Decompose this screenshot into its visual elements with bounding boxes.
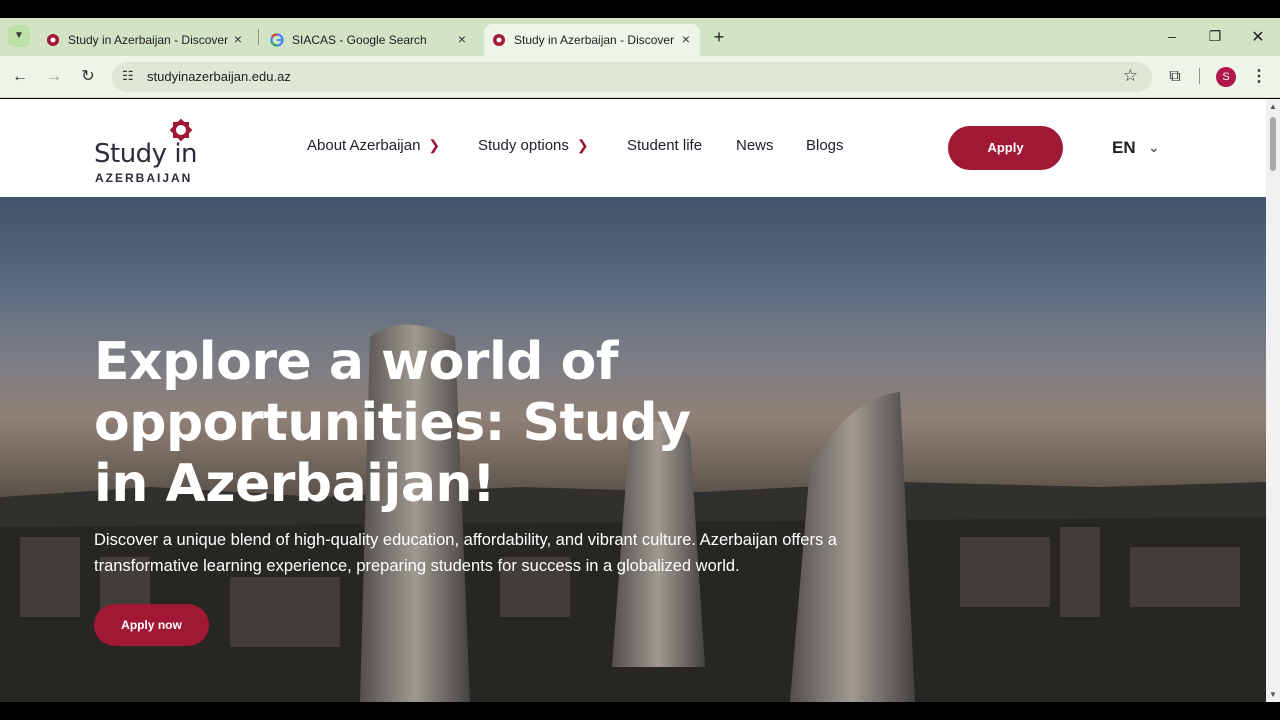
new-tab-button[interactable]: + xyxy=(709,27,729,48)
scroll-up-icon[interactable]: ▲ xyxy=(1269,102,1277,111)
nav-about-azerbaijan[interactable]: About Azerbaijan ❯ xyxy=(307,137,440,154)
site-logo[interactable]: Study in AZERBAIJAN xyxy=(94,115,214,185)
nav-blogs[interactable]: Blogs xyxy=(806,137,844,154)
web-page: Study in AZERBAIJAN About Azerbaijan ❯ S… xyxy=(0,99,1266,702)
chevron-down-icon[interactable]: ⌄ xyxy=(1148,139,1160,156)
nav-label: Student life xyxy=(627,137,703,154)
restore-icon[interactable]: ❐ xyxy=(1205,28,1225,45)
nav-label: About Azerbaijan xyxy=(307,137,421,154)
tab-study-in-azerbaijan-active[interactable]: Study in Azerbaijan - Discover Y × xyxy=(484,24,700,56)
minimize-icon[interactable]: – xyxy=(1162,28,1182,44)
tab-title: Study in Azerbaijan - Discover Y xyxy=(68,33,228,47)
close-tab-icon[interactable]: × xyxy=(230,31,246,47)
nav-student-life[interactable]: Student life xyxy=(627,137,702,154)
page-scrollbar[interactable]: ▲ ▼ xyxy=(1266,99,1280,702)
tab-title: Study in Azerbaijan - Discover Y xyxy=(514,33,674,47)
language-selector[interactable]: EN xyxy=(1112,138,1136,158)
apply-now-button[interactable]: Apply now xyxy=(94,604,209,646)
extensions-icon[interactable]: ⧉ xyxy=(1164,66,1186,88)
tab-study-in-azerbaijan-1[interactable]: Study in Azerbaijan - Discover Y × xyxy=(38,24,252,56)
close-tab-icon[interactable]: × xyxy=(678,31,694,47)
profile-avatar[interactable]: S xyxy=(1216,67,1236,87)
site-favicon-icon xyxy=(493,34,505,46)
reload-icon[interactable]: ↻ xyxy=(77,66,99,88)
nav-label: Blogs xyxy=(806,137,844,154)
nav-label: Study options xyxy=(478,137,569,154)
nav-label: News xyxy=(736,137,774,154)
browser-tab-bar: ▼ Study in Azerbaijan - Discover Y × SIA… xyxy=(0,18,1280,56)
url-text: studyinazerbaijan.edu.az xyxy=(147,69,291,84)
scroll-down-icon[interactable]: ▼ xyxy=(1269,690,1277,699)
tab-title: SIACAS - Google Search xyxy=(292,33,427,47)
browser-menu-icon[interactable]: ⋮ xyxy=(1248,66,1270,88)
logo-text-line1: Study in xyxy=(94,139,198,169)
chevron-down-icon: ❯ xyxy=(428,137,441,153)
apply-button[interactable]: Apply xyxy=(948,126,1063,170)
hero-section: Explore a world of opportunities: Study … xyxy=(0,197,1266,702)
site-header: Study in AZERBAIJAN About Azerbaijan ❯ S… xyxy=(0,99,1266,197)
nav-study-options[interactable]: Study options ❯ xyxy=(478,137,589,154)
hero-description: Discover a unique blend of high-quality … xyxy=(94,531,837,575)
google-favicon-icon xyxy=(270,33,284,47)
tab-search-icon[interactable]: ▼ xyxy=(8,25,30,47)
tab-siacas-google-search[interactable]: SIACAS - Google Search × xyxy=(262,24,476,56)
logo-text-line2: AZERBAIJAN xyxy=(95,171,193,185)
screen-top-border xyxy=(0,0,1280,18)
browser-toolbar: ← → ↻ ☷ studyinazerbaijan.edu.az ☆ ⧉ S ⋮ xyxy=(0,56,1280,98)
close-tab-icon[interactable]: × xyxy=(454,31,470,47)
nav-news[interactable]: News xyxy=(736,137,774,154)
hero-title: Explore a world of opportunities: Study … xyxy=(94,332,691,514)
toolbar-separator xyxy=(1199,68,1200,84)
forward-icon[interactable]: → xyxy=(43,66,65,88)
screen-bottom-border xyxy=(0,702,1280,720)
scrollbar-thumb[interactable] xyxy=(1270,117,1276,171)
address-bar[interactable]: ☷ studyinazerbaijan.edu.az ☆ xyxy=(112,62,1152,92)
tab-separator xyxy=(258,29,259,45)
close-window-icon[interactable]: ✕ xyxy=(1248,27,1268,47)
back-icon[interactable]: ← xyxy=(9,66,31,88)
chevron-down-icon: ❯ xyxy=(576,137,589,153)
site-favicon-icon xyxy=(47,34,59,46)
bookmark-star-icon[interactable]: ☆ xyxy=(1123,66,1138,86)
site-info-icon[interactable]: ☷ xyxy=(122,68,134,84)
